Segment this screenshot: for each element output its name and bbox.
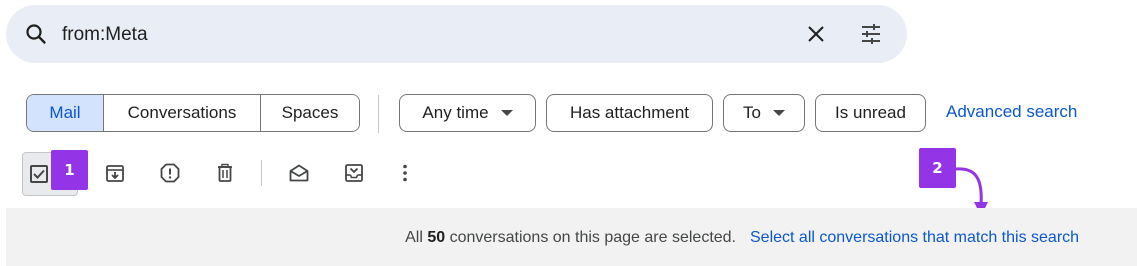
selected-count: 50 [427, 229, 446, 246]
search-options-icon[interactable] [859, 22, 883, 46]
chevron-down-icon [772, 110, 785, 116]
any-time-label: Any time [422, 103, 489, 122]
divider [378, 95, 379, 133]
search-input[interactable]: from:Meta [62, 24, 148, 46]
is-unread-chip[interactable]: Is unread [815, 94, 926, 132]
report-spam-icon[interactable] [159, 162, 181, 184]
has-attachment-chip[interactable]: Has attachment [546, 94, 713, 132]
segment-conversations[interactable]: Conversations [103, 95, 260, 131]
mark-as-unread-icon[interactable] [288, 162, 310, 184]
close-icon[interactable] [804, 22, 828, 46]
advanced-search-link[interactable]: Advanced search [946, 102, 1077, 122]
segment-spaces[interactable]: Spaces [260, 95, 359, 131]
is-unread-label: Is unread [835, 103, 906, 122]
to-label: To [743, 103, 761, 122]
select-all-matching-link[interactable]: Select all conversations that match this… [750, 229, 1079, 247]
delete-icon[interactable] [214, 162, 236, 184]
search-scope-toggle: Mail Conversations Spaces [26, 94, 360, 132]
search-icon[interactable] [24, 22, 48, 46]
any-time-chip[interactable]: Any time [399, 94, 536, 132]
selection-status-text: All 50 conversations on this page are se… [405, 229, 736, 247]
annotation-badge-1: 1 [51, 150, 88, 190]
search-bar[interactable]: from:Meta [6, 5, 907, 63]
selection-status-suffix: conversations on this page are selected. [445, 229, 736, 246]
archive-icon[interactable] [104, 162, 126, 184]
has-attachment-label: Has attachment [569, 103, 690, 122]
selection-banner: All 50 conversations on this page are se… [6, 208, 1137, 266]
toolbar-divider [261, 160, 262, 186]
chevron-down-icon [500, 110, 513, 116]
more-options-icon[interactable] [394, 162, 416, 184]
segment-mail[interactable]: Mail [27, 95, 103, 131]
checkbox-checked-icon [30, 165, 48, 183]
move-to-inbox-icon[interactable] [343, 162, 365, 184]
selection-status-prefix: All [405, 229, 428, 246]
to-chip[interactable]: To [723, 94, 805, 132]
